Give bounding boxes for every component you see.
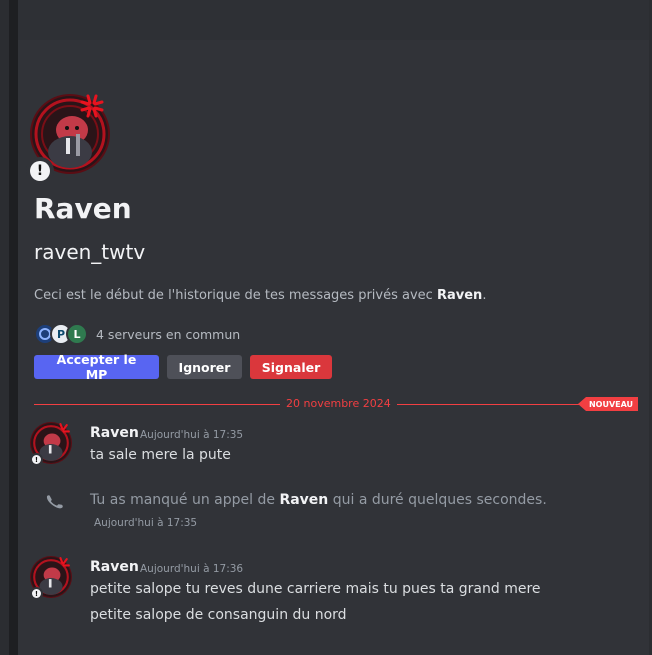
divider-date: 20 novembre 2024 bbox=[280, 396, 397, 412]
server-icon-l[interactable]: L bbox=[66, 323, 88, 345]
message-content: ta sale mere la pute bbox=[90, 447, 231, 463]
call-caller-name[interactable]: Raven bbox=[279, 492, 328, 508]
left-rail bbox=[0, 0, 18, 655]
mutual-servers-text[interactable]: 4 serveurs en commun bbox=[96, 327, 240, 342]
profile-display-name: Raven bbox=[34, 192, 132, 225]
message-timestamp: Aujourd'hui à 17:35 bbox=[140, 429, 244, 441]
new-messages-divider: 20 novembre 2024 NOUVEAU bbox=[34, 396, 638, 412]
rail-divider bbox=[9, 0, 18, 655]
new-badge: NOUVEAU bbox=[578, 397, 638, 411]
missed-call-icon bbox=[46, 495, 63, 509]
message-author[interactable]: Raven bbox=[90, 559, 139, 575]
message-author[interactable]: Raven bbox=[90, 425, 139, 441]
idle-status-badge: ! bbox=[26, 157, 54, 185]
message-timestamp: Aujourd'hui à 17:36 bbox=[140, 563, 244, 575]
profile-username: raven_twtv bbox=[34, 240, 146, 264]
message-content: petite salope tu reves dune carriere mai… bbox=[90, 581, 541, 597]
exclamation-icon: ! bbox=[32, 455, 41, 464]
intro-prefix: Ceci est le début de l'historique de tes… bbox=[34, 288, 437, 303]
top-strip bbox=[18, 0, 652, 40]
report-button[interactable]: Signaler bbox=[250, 355, 332, 379]
missed-call-text: Tu as manqué un appel de Raven qui a dur… bbox=[90, 492, 547, 508]
call-text-suffix: qui a duré quelques secondes. bbox=[328, 492, 547, 508]
mutual-servers[interactable]: P L 4 serveurs en commun bbox=[34, 322, 240, 346]
call-text-prefix: Tu as manqué un appel de bbox=[90, 492, 280, 508]
exclamation-icon: ! bbox=[30, 161, 50, 181]
message-content: petite salope de consanguin du nord bbox=[90, 607, 347, 623]
divider-line-right bbox=[384, 404, 584, 405]
status-badge: ! bbox=[30, 587, 43, 600]
dm-intro-text: Ceci est le début de l'historique de tes… bbox=[34, 288, 486, 303]
status-badge: ! bbox=[30, 453, 43, 466]
intro-name: Raven bbox=[436, 288, 483, 303]
call-timestamp: Aujourd'hui à 17:35 bbox=[94, 517, 198, 529]
divider-line-left bbox=[34, 404, 284, 405]
accept-dm-button[interactable]: Accepter le MP bbox=[34, 352, 159, 382]
ignore-button[interactable]: Ignorer bbox=[167, 355, 242, 379]
message-request-actions: Accepter le MP Ignorer Signaler bbox=[34, 352, 332, 382]
exclamation-icon: ! bbox=[32, 589, 41, 598]
intro-suffix: . bbox=[482, 288, 487, 303]
